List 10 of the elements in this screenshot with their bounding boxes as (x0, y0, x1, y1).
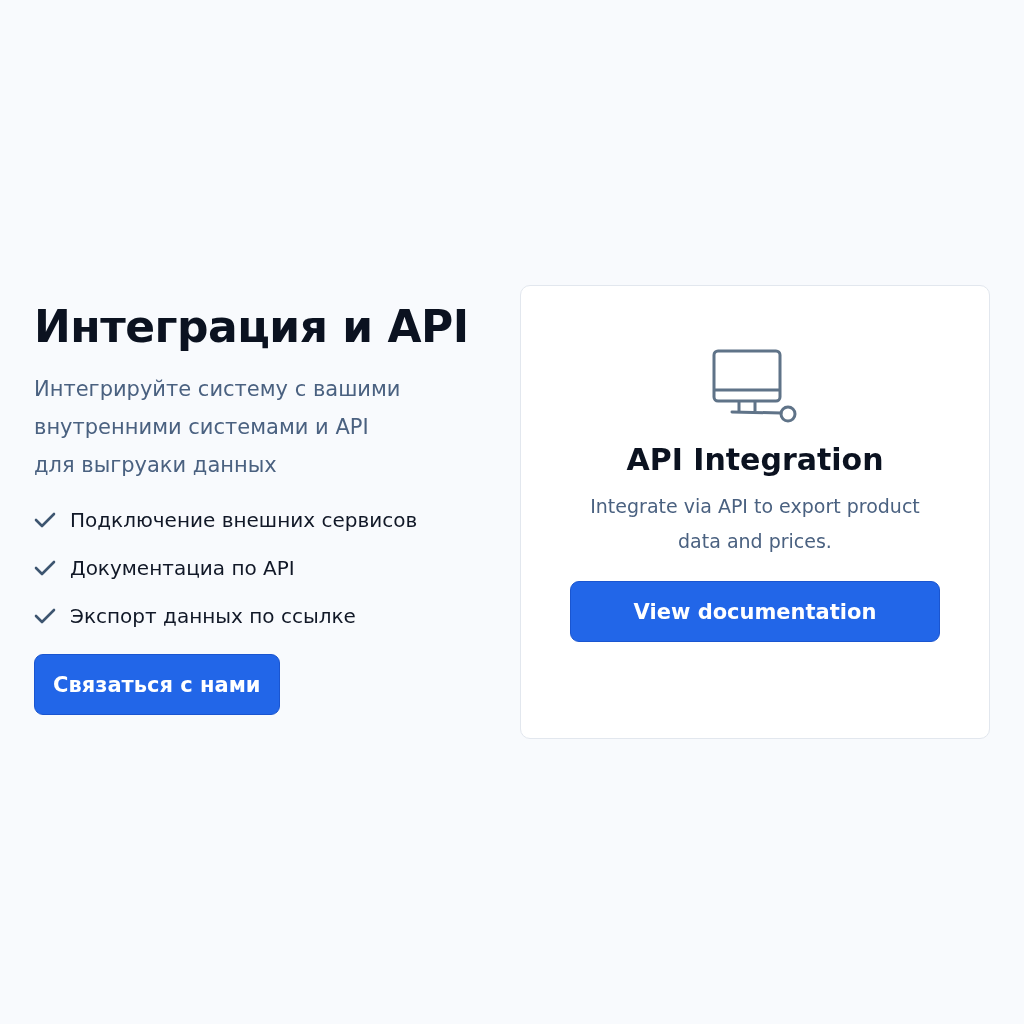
page-heading: Интеграция и API (34, 301, 470, 352)
feature-label: Экспорт данных по ссылке (70, 604, 356, 628)
description: Интегрируйте систему с вашими внутренними системами и API для выгруаки данных (34, 376, 402, 479)
card-title: API Integration (626, 442, 884, 477)
monitor-icon (711, 348, 799, 424)
feature-label: Подключение внешних сервисов (70, 508, 418, 532)
contact-button[interactable]: Связаться с нами (34, 654, 280, 715)
card-description: Integrate via API to export product data and prices. (590, 494, 920, 554)
documentation-button[interactable]: View documentation (570, 581, 940, 642)
feature-label: Документациа по API (70, 556, 295, 580)
